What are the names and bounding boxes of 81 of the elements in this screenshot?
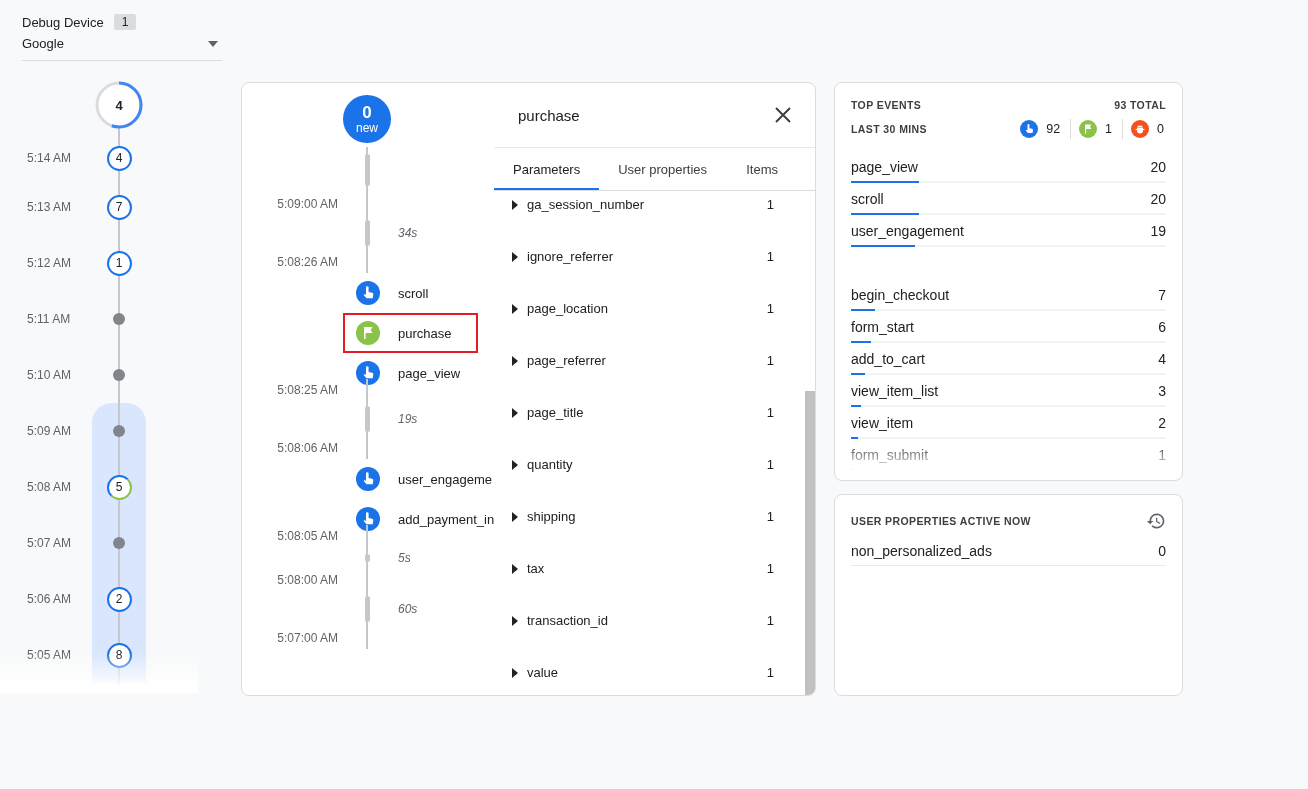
- history-icon[interactable]: [1146, 511, 1166, 531]
- minute-time: 5:14 AM: [26, 151, 73, 165]
- tab[interactable]: User properties: [599, 150, 727, 190]
- minute-time: 5:13 AM: [26, 200, 73, 214]
- countdown-ring: [94, 80, 144, 130]
- timestamp: 5:08:06 AM: [276, 441, 339, 455]
- minute-time: 5:07 AM: [26, 536, 73, 550]
- top-event-row[interactable]: view_item 2: [851, 407, 1166, 439]
- expand-caret-icon: [512, 460, 518, 470]
- parameter-row[interactable]: page_referrer 1: [494, 347, 805, 399]
- timestamp: 5:07:00 AM: [276, 631, 339, 645]
- minute-time: 5:05 AM: [26, 648, 73, 662]
- minute-count[interactable]: 5: [106, 474, 132, 500]
- period-label: LAST 30 MINS: [851, 123, 927, 135]
- card-title: TOP EVENTS: [851, 99, 922, 111]
- minute-time: 5:11 AM: [26, 312, 72, 326]
- device-count: 1: [113, 14, 137, 30]
- top-event-row[interactable]: add_to_cart 4: [851, 343, 1166, 375]
- new-events-badge[interactable]: 0 new: [343, 95, 391, 143]
- tab[interactable]: Items: [727, 150, 815, 190]
- tab[interactable]: Parameters: [494, 150, 600, 190]
- top-event-row[interactable]: view_item_list 3: [851, 375, 1166, 407]
- gap-duration: 34s: [397, 226, 419, 240]
- expand-caret-icon: [512, 252, 518, 262]
- timestamp: 5:08:00 AM: [276, 573, 339, 587]
- minute-count[interactable]: 7: [106, 194, 132, 220]
- expand-caret-icon: [512, 304, 518, 314]
- gap-duration: 60s: [397, 602, 419, 616]
- minute-dot[interactable]: [113, 313, 125, 325]
- top-event-row[interactable]: user_engagement 19: [851, 215, 1166, 247]
- timestamp: 5:08:05 AM: [276, 529, 339, 543]
- parameter-row[interactable]: ignore_referrer 1: [494, 243, 805, 295]
- counter-value: 0: [1157, 122, 1164, 136]
- minute-time: 5:10 AM: [26, 368, 73, 382]
- parameter-row[interactable]: transaction_id 1: [494, 607, 805, 659]
- device-dropdown[interactable]: Google: [22, 30, 222, 61]
- expand-caret-icon: [512, 512, 518, 522]
- stream-event[interactable]: purchase: [343, 313, 478, 353]
- minute-dot[interactable]: [113, 369, 125, 381]
- minute-count[interactable]: 1: [106, 250, 132, 276]
- detail-title: purchase: [518, 106, 580, 124]
- expand-caret-icon: [512, 616, 518, 626]
- close-icon[interactable]: [775, 107, 791, 123]
- top-event-row[interactable]: begin_checkout 7: [851, 279, 1166, 311]
- parameter-row[interactable]: value 1: [494, 659, 805, 695]
- user-property-row: non_personalized_ads 0: [851, 531, 1166, 566]
- minute-dot[interactable]: [113, 425, 125, 437]
- countdown-count: 4: [115, 97, 123, 113]
- stream-event[interactable]: scroll: [343, 273, 494, 313]
- minute-time: 5:09 AM: [26, 424, 73, 438]
- minute-time: 5:12 AM: [26, 256, 73, 270]
- expand-caret-icon: [512, 200, 518, 210]
- expand-caret-icon: [512, 564, 518, 574]
- parameter-row[interactable]: page_title 1: [494, 399, 805, 451]
- top-event-row[interactable]: form_start 6: [851, 311, 1166, 343]
- counter-value: 92: [1046, 122, 1061, 136]
- minute-dot[interactable]: [113, 537, 125, 549]
- caret-icon: [208, 40, 218, 47]
- gap-duration: 19s: [397, 412, 419, 426]
- minute-time: 5:06 AM: [26, 592, 73, 606]
- top-event-row[interactable]: scroll 20: [851, 183, 1166, 215]
- top-event-row[interactable]: page_view 20: [851, 151, 1166, 183]
- gap-duration: 5s: [397, 551, 412, 565]
- minute-count[interactable]: 2: [106, 586, 132, 612]
- minute-count[interactable]: 8: [106, 642, 132, 668]
- timestamp: 5:09:00 AM: [276, 197, 339, 211]
- parameter-row[interactable]: page_location 1: [494, 295, 805, 347]
- card-title: USER PROPERTIES ACTIVE NOW: [851, 515, 1031, 527]
- timestamp: 5:08:26 AM: [276, 255, 339, 269]
- expand-caret-icon: [512, 356, 518, 366]
- parameter-row[interactable]: tax 1: [494, 555, 805, 607]
- parameter-row[interactable]: shipping 1: [494, 503, 805, 555]
- device-label: Debug Device: [22, 14, 104, 30]
- timestamp: 5:08:25 AM: [276, 383, 339, 397]
- minute-count[interactable]: 4: [106, 145, 132, 171]
- total-count: 93 TOTAL: [1114, 99, 1166, 111]
- expand-caret-icon: [512, 668, 518, 678]
- minute-time: 5:08 AM: [26, 480, 73, 494]
- expand-caret-icon: [512, 408, 518, 418]
- parameter-row[interactable]: ga_session_number 1: [494, 191, 805, 243]
- counter-value: 1: [1105, 122, 1113, 136]
